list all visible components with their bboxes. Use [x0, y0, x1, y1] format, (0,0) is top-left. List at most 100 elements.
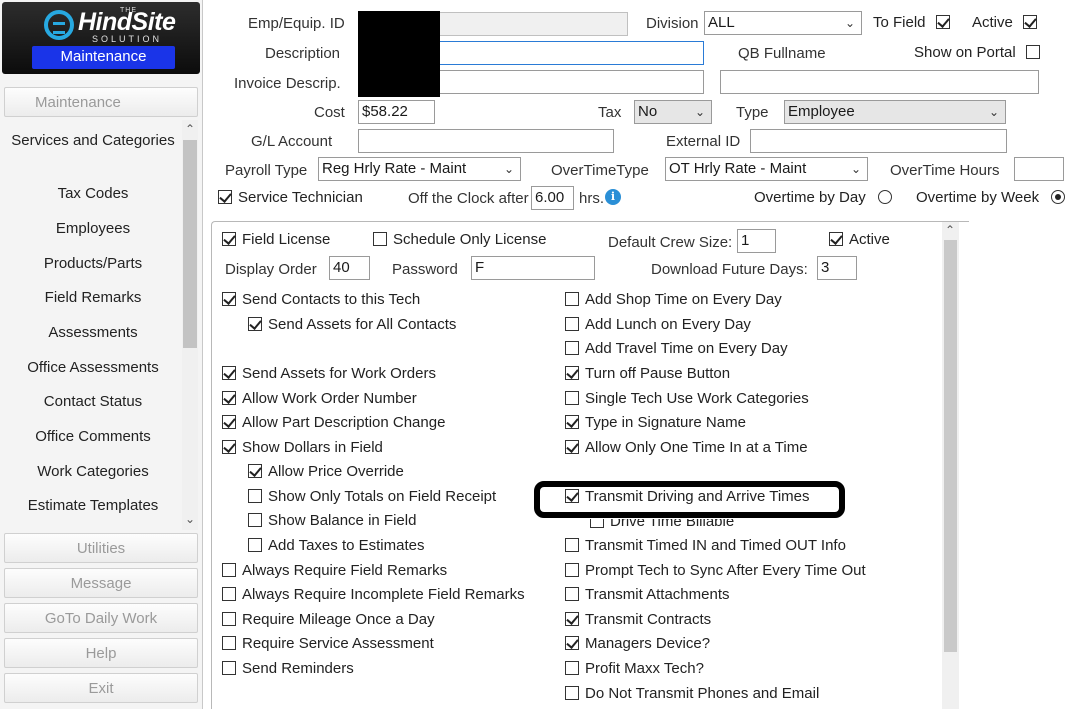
active-checkbox[interactable] — [1023, 15, 1038, 29]
panel-active-checkbox[interactable] — [829, 232, 843, 246]
option-checkbox[interactable] — [222, 636, 236, 650]
option-checkbox[interactable] — [565, 341, 579, 355]
scroll-up-icon[interactable]: ⌃ — [945, 223, 955, 237]
overtime-by-week-radio[interactable] — [1051, 190, 1066, 204]
option-checkbox[interactable] — [565, 391, 579, 405]
info-icon[interactable]: i — [605, 189, 621, 205]
option-checkbox[interactable] — [222, 366, 236, 380]
qb-fullname-field[interactable] — [720, 70, 1039, 94]
maintenance-module-button[interactable]: Maintenance — [32, 46, 175, 69]
option-add-shop-time-on-every-day[interactable]: Add Shop Time on Every Day — [565, 291, 782, 308]
schedule-only-toggle[interactable]: Schedule Only License — [373, 231, 546, 248]
active-toggle[interactable]: Active — [972, 14, 1043, 31]
option-checkbox[interactable] — [248, 464, 262, 478]
option-type-in-signature-name[interactable]: Type in Signature Name — [565, 414, 746, 431]
option-do-not-transmit-phones-and-email[interactable]: Do Not Transmit Phones and Email — [565, 685, 819, 702]
division-select[interactable]: ALL ⌄ — [704, 11, 862, 35]
sidebar-scroll-thumb[interactable] — [183, 140, 197, 348]
option-add-taxes-to-estimates[interactable]: Add Taxes to Estimates — [248, 537, 424, 554]
option-checkbox[interactable] — [248, 317, 262, 331]
option-send-reminders[interactable]: Send Reminders — [222, 660, 354, 677]
option-checkbox[interactable] — [222, 587, 236, 601]
panel-scrollbar[interactable]: ⌃ — [942, 222, 959, 709]
overtime-hours-field[interactable] — [1014, 157, 1064, 181]
sidebar-item-tax-codes[interactable]: Tax Codes — [4, 185, 182, 203]
sidebar-scrollbar[interactable]: ⌃ ⌄ — [182, 120, 198, 530]
off-clock-field[interactable]: 6.00 — [531, 186, 574, 210]
option-checkbox[interactable] — [565, 415, 579, 429]
nav-header-help[interactable]: Help — [4, 638, 198, 668]
option-show-balance-in-field[interactable]: Show Balance in Field — [248, 512, 416, 529]
to-field-checkbox[interactable] — [935, 15, 950, 29]
schedule-only-checkbox[interactable] — [373, 232, 387, 246]
tax-select[interactable]: No ⌄ — [634, 100, 712, 124]
sidebar-item-products-parts[interactable]: Products/Parts — [4, 255, 182, 273]
show-portal-toggle[interactable]: Show on Portal — [914, 44, 1046, 61]
sidebar-item-assessments[interactable]: Assessments — [4, 324, 182, 342]
option-checkbox[interactable] — [222, 612, 236, 626]
option-managers-device[interactable]: Managers Device? — [565, 635, 710, 652]
option-always-require-incomplete-field-remarks[interactable]: Always Require Incomplete Field Remarks — [222, 586, 525, 603]
option-send-assets-for-work-orders[interactable]: Send Assets for Work Orders — [222, 365, 436, 382]
option-checkbox[interactable] — [248, 513, 262, 527]
option-allow-part-description-change[interactable]: Allow Part Description Change — [222, 414, 445, 431]
panel-active-toggle[interactable]: Active — [829, 231, 890, 248]
option-checkbox[interactable] — [222, 661, 236, 675]
option-add-travel-time-on-every-day[interactable]: Add Travel Time on Every Day — [565, 340, 788, 357]
payroll-type-select[interactable]: Reg Hrly Rate - Maint ⌄ — [318, 157, 521, 181]
option-show-dollars-in-field[interactable]: Show Dollars in Field — [222, 439, 383, 456]
overtime-type-select[interactable]: OT Hrly Rate - Maint ⌄ — [665, 157, 868, 181]
option-checkbox[interactable] — [565, 661, 579, 675]
sidebar-item-estimate-templates[interactable]: Estimate Templates — [4, 497, 182, 515]
cost-field[interactable]: $58.22 — [358, 100, 435, 124]
option-checkbox[interactable] — [565, 686, 579, 700]
option-checkbox[interactable] — [565, 292, 579, 306]
option-require-mileage-once-a-day[interactable]: Require Mileage Once a Day — [222, 611, 435, 628]
option-transmit-timed-in-and-timed-out-info[interactable]: Transmit Timed IN and Timed OUT Info — [565, 537, 846, 554]
option-allow-price-override[interactable]: Allow Price Override — [248, 463, 404, 480]
option-single-tech-use-work-categories[interactable]: Single Tech Use Work Categories — [565, 390, 809, 407]
option-send-contacts-to-this-tech[interactable]: Send Contacts to this Tech — [222, 291, 420, 308]
nav-header-maintenance[interactable]: Maintenance — [4, 87, 198, 117]
option-require-service-assessment[interactable]: Require Service Assessment — [222, 635, 434, 652]
option-checkbox[interactable] — [565, 636, 579, 650]
field-license-checkbox[interactable] — [222, 232, 236, 246]
nav-header-goto-daily-work[interactable]: GoTo Daily Work — [4, 603, 198, 633]
password-field[interactable]: F — [471, 256, 595, 280]
option-transmit-contracts[interactable]: Transmit Contracts — [565, 611, 711, 628]
option-transmit-attachments[interactable]: Transmit Attachments — [565, 586, 730, 603]
option-send-assets-for-all-contacts[interactable]: Send Assets for All Contacts — [248, 316, 456, 333]
sidebar-item-field-remarks[interactable]: Field Remarks — [4, 289, 182, 307]
sidebar-item-work-categories[interactable]: Work Categories — [4, 463, 182, 481]
sidebar-item-contact-status[interactable]: Contact Status — [4, 393, 182, 411]
option-checkbox[interactable] — [565, 612, 579, 626]
option-always-require-field-remarks[interactable]: Always Require Field Remarks — [222, 562, 447, 579]
option-checkbox[interactable] — [222, 292, 236, 306]
option-checkbox[interactable] — [222, 440, 236, 454]
show-portal-checkbox[interactable] — [1025, 45, 1040, 59]
to-field-toggle[interactable]: To Field — [873, 14, 956, 31]
display-order-field[interactable]: 40 — [329, 256, 370, 280]
option-prompt-tech-to-sync-after-every-time-out[interactable]: Prompt Tech to Sync After Every Time Out — [565, 562, 866, 579]
field-license-toggle[interactable]: Field License — [222, 231, 330, 248]
panel-scroll-thumb[interactable] — [944, 240, 957, 652]
option-profit-maxx-tech[interactable]: Profit Maxx Tech? — [565, 660, 704, 677]
nav-header-utilities[interactable]: Utilities — [4, 533, 198, 563]
option-turn-off-pause-button[interactable]: Turn off Pause Button — [565, 365, 730, 382]
option-checkbox[interactable] — [565, 563, 579, 577]
scroll-down-icon[interactable]: ⌄ — [185, 512, 195, 526]
nav-header-exit[interactable]: Exit — [4, 673, 198, 703]
overtime-by-week-option[interactable]: Overtime by Week — [916, 189, 1066, 206]
option-checkbox[interactable] — [222, 415, 236, 429]
option-allow-work-order-number[interactable]: Allow Work Order Number — [222, 390, 417, 407]
option-show-only-totals-on-field-receipt[interactable]: Show Only Totals on Field Receipt — [248, 488, 496, 505]
sidebar-item-office-assessments[interactable]: Office Assessments — [4, 359, 182, 377]
scroll-up-icon[interactable]: ⌃ — [185, 122, 195, 136]
download-days-field[interactable]: 3 — [817, 256, 857, 280]
option-checkbox[interactable] — [565, 317, 579, 331]
service-technician-checkbox[interactable] — [218, 190, 232, 204]
option-checkbox[interactable] — [565, 366, 579, 380]
crew-size-field[interactable]: 1 — [737, 229, 776, 253]
option-add-lunch-on-every-day[interactable]: Add Lunch on Every Day — [565, 316, 751, 333]
option-checkbox[interactable] — [565, 538, 579, 552]
